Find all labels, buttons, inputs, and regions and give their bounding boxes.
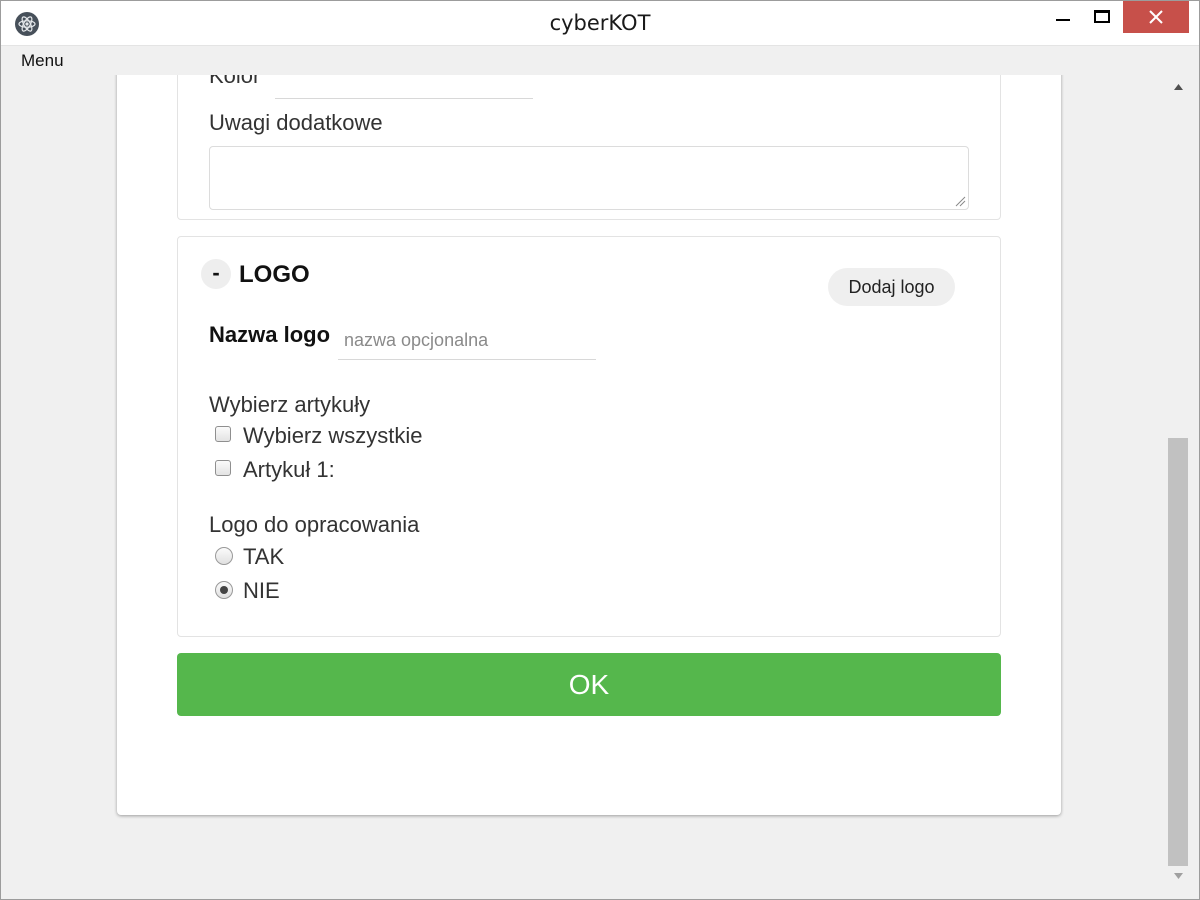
add-logo-button[interactable]: Dodaj logo (828, 268, 955, 306)
radio-label: TAK (243, 544, 285, 569)
maximize-button[interactable] (1079, 1, 1125, 33)
uwagi-textarea[interactable] (209, 146, 969, 210)
close-icon (1149, 10, 1163, 24)
minimize-icon (1056, 19, 1070, 21)
logo-section-title: LOGO (239, 261, 310, 288)
checkbox-label: Wybierz wszystkie (243, 423, 423, 448)
details-card: Kolor Uwagi dodatkowe (177, 75, 1001, 220)
radio-button[interactable] (215, 581, 233, 599)
resize-grip-icon[interactable] (954, 195, 966, 207)
opracowanie-label: Logo do opracowania (209, 512, 420, 537)
app-window: cyberKOT Menu Kolor Uwagi dodatkowe - LO… (0, 0, 1200, 900)
window-title: cyberKOT (549, 11, 651, 35)
maximize-icon (1094, 10, 1110, 23)
title-bar: cyberKOT (1, 1, 1199, 45)
scroll-down-arrow-icon[interactable] (1174, 873, 1183, 879)
menu-bar: Menu (1, 45, 1199, 75)
checkbox[interactable] (215, 426, 231, 442)
articles-label: Wybierz artykuły (209, 392, 371, 417)
collapse-logo-button[interactable]: - (201, 259, 231, 289)
vertical-scrollbar[interactable] (1167, 75, 1189, 889)
checkbox[interactable] (215, 460, 231, 476)
menu-item-menu[interactable]: Menu (21, 51, 64, 71)
content-viewport: Kolor Uwagi dodatkowe - LOGO Dodaj logo … (1, 75, 1167, 889)
radio-label: NIE (243, 578, 280, 603)
checkbox-label: Artykuł 1: (243, 457, 335, 482)
logo-card: - LOGO Dodaj logo Nazwa logo Wybierz art… (177, 236, 1001, 637)
nazwa-logo-label: Nazwa logo (209, 322, 331, 347)
close-button[interactable] (1123, 1, 1189, 33)
kolor-input[interactable] (275, 75, 533, 99)
uwagi-label: Uwagi dodatkowe (209, 110, 383, 135)
scroll-up-arrow-icon[interactable] (1174, 84, 1183, 90)
scrollbar-thumb[interactable] (1168, 438, 1188, 866)
radio-button[interactable] (215, 547, 233, 565)
form-panel: Kolor Uwagi dodatkowe - LOGO Dodaj logo … (117, 75, 1061, 815)
nazwa-logo-input[interactable] (338, 322, 596, 360)
ok-button[interactable]: OK (177, 653, 1001, 716)
kolor-label: Kolor (209, 75, 261, 88)
